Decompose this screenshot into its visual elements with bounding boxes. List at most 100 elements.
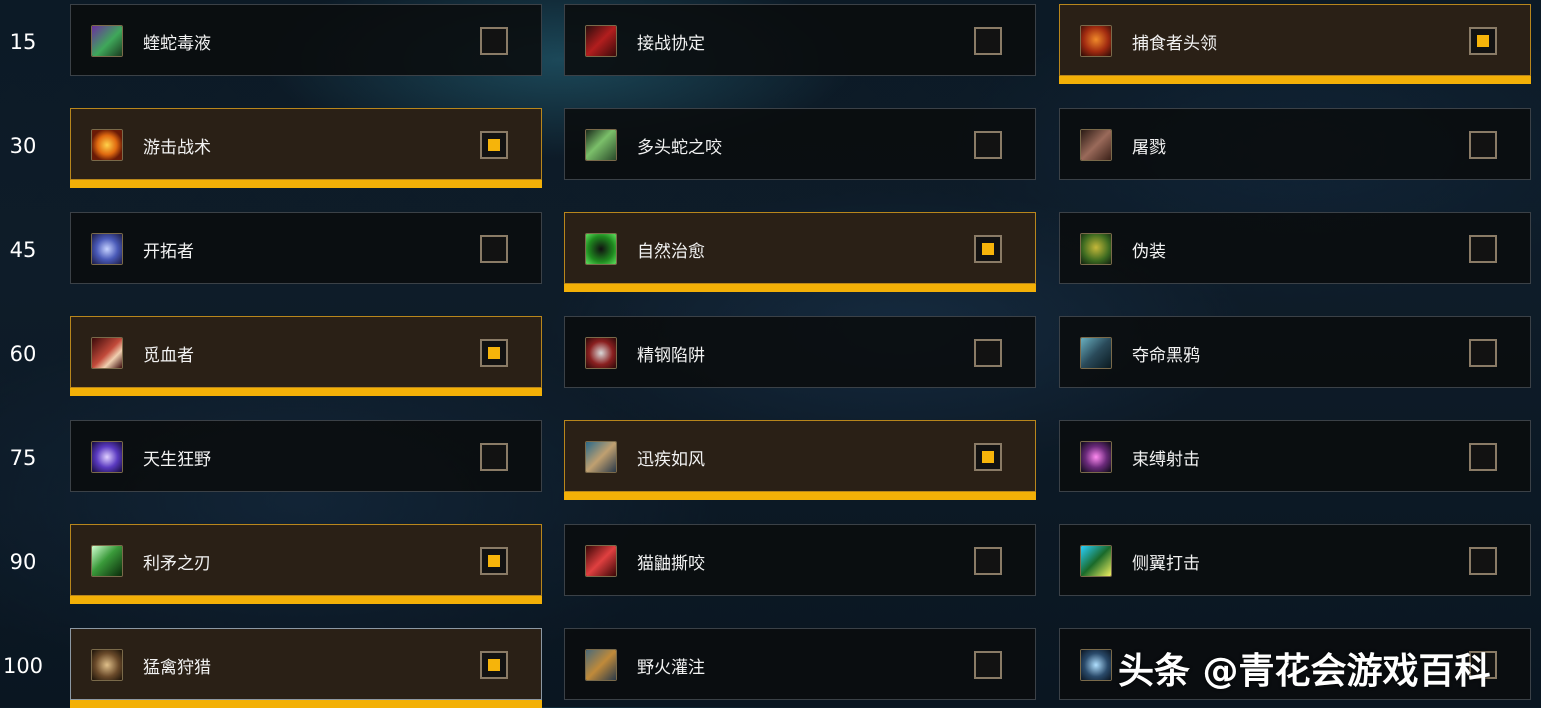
hydras-bite-icon	[585, 129, 617, 161]
talent-checkbox[interactable]	[974, 27, 1002, 55]
talent-grid: 15 蝰蛇毒液 接战协定 捕食者头领 30 游击战术 多头蛇之咬 屠戮 45 开拓者 自然治愈 伪装 6…	[0, 0, 1541, 708]
talent-card[interactable]: 屠戮	[1059, 108, 1531, 180]
talent-name: 屠戮	[1132, 138, 1166, 158]
talent-card[interactable]: 精钢陷阱	[564, 316, 1036, 388]
row-level-label: 75	[9, 446, 37, 470]
talent-name: 侧翼打击	[1132, 554, 1200, 574]
talent-checkbox[interactable]	[1469, 339, 1497, 367]
talent-name: 天生狂野	[143, 450, 211, 470]
talent-name: 觅血者	[143, 346, 194, 366]
selected-indicator-bar	[564, 492, 1036, 500]
talent-checkbox[interactable]	[480, 131, 508, 159]
talent-row-75: 75 天生狂野 迅疾如风 束缚射击	[0, 420, 1541, 500]
talent-row-90: 90 利矛之刃 猫鼬撕咬 侧翼打击	[0, 524, 1541, 604]
talent-name: 精钢陷阱	[637, 346, 705, 366]
talent-card[interactable]: 自然治愈	[564, 212, 1036, 292]
talent-checkbox[interactable]	[1469, 27, 1497, 55]
talent-card[interactable]: 猫鼬撕咬	[564, 524, 1036, 596]
wildfire-infusion-icon	[585, 649, 617, 681]
talent-checkbox[interactable]	[1469, 235, 1497, 263]
talent-name: 游击战术	[143, 138, 211, 158]
chakrams-icon	[1080, 649, 1112, 681]
talent-card[interactable]: 利矛之刃	[70, 524, 542, 604]
talent-row-30: 30 游击战术 多头蛇之咬 屠戮	[0, 108, 1541, 188]
talent-card[interactable]: 迅疾如风	[564, 420, 1036, 500]
talent-card[interactable]: 束缚射击	[1059, 420, 1531, 492]
talent-name: 接战协定	[637, 34, 705, 54]
row-level-label: 90	[9, 550, 37, 574]
talent-checkbox[interactable]	[974, 443, 1002, 471]
talent-name: 迅疾如风	[637, 450, 705, 470]
talent-checkbox[interactable]	[480, 235, 508, 263]
talent-checkbox[interactable]	[974, 651, 1002, 679]
talent-checkbox[interactable]	[1469, 131, 1497, 159]
talent-card[interactable]: 游击战术	[70, 108, 542, 188]
natural-mending-icon	[585, 233, 617, 265]
talent-checkbox[interactable]	[480, 547, 508, 575]
watermark: 头条 @青花会游戏百科	[1118, 651, 1491, 692]
talent-checkbox[interactable]	[974, 547, 1002, 575]
talent-card[interactable]: 觅血者	[70, 316, 542, 396]
talent-name: 束缚射击	[1132, 450, 1200, 470]
terms-of-engagement-icon	[585, 25, 617, 57]
tip-of-the-spear-icon	[91, 545, 123, 577]
talent-name: 蝰蛇毒液	[143, 34, 211, 54]
talent-name: 开拓者	[143, 242, 194, 262]
alpha-predator-icon	[1080, 25, 1112, 57]
talent-name: 多头蛇之咬	[637, 138, 722, 158]
binding-shot-icon	[1080, 441, 1112, 473]
selected-indicator-bar	[1059, 76, 1531, 84]
selected-indicator-bar	[70, 388, 542, 396]
talent-name: 自然治愈	[637, 242, 705, 262]
talent-checkbox[interactable]	[480, 443, 508, 471]
row-level-label: 100	[2, 654, 44, 678]
talent-name: 捕食者头领	[1132, 34, 1217, 54]
row-level-label: 60	[9, 342, 37, 366]
talent-card[interactable]: 伪装	[1059, 212, 1531, 284]
talent-card[interactable]: 多头蛇之咬	[564, 108, 1036, 180]
birds-of-prey-icon	[91, 649, 123, 681]
talent-checkbox[interactable]	[1469, 443, 1497, 471]
talent-card[interactable]: 接战协定	[564, 4, 1036, 76]
talent-card[interactable]: 猛禽狩猎	[70, 628, 542, 708]
talent-checkbox[interactable]	[974, 131, 1002, 159]
talent-card[interactable]: 蝰蛇毒液	[70, 4, 542, 76]
posthaste-icon	[585, 441, 617, 473]
steel-trap-icon	[585, 337, 617, 369]
a-murder-of-crows-icon	[1080, 337, 1112, 369]
row-level-label: 15	[9, 30, 37, 54]
talent-card[interactable]: 侧翼打击	[1059, 524, 1531, 596]
row-level-label: 45	[9, 238, 37, 262]
selected-indicator-bar	[70, 596, 542, 604]
guerrilla-tactics-icon	[91, 129, 123, 161]
selected-indicator-bar	[70, 180, 542, 188]
trailblazer-icon	[91, 233, 123, 265]
row-level-label: 30	[9, 134, 37, 158]
selected-indicator-bar	[564, 284, 1036, 292]
talent-checkbox[interactable]	[480, 27, 508, 55]
bloodseeker-icon	[91, 337, 123, 369]
talent-checkbox[interactable]	[974, 339, 1002, 367]
talent-card[interactable]: 开拓者	[70, 212, 542, 284]
talent-checkbox[interactable]	[974, 235, 1002, 263]
talent-card[interactable]: 野火灌注	[564, 628, 1036, 700]
talent-row-45: 45 开拓者 自然治愈 伪装	[0, 212, 1541, 292]
talent-name: 猫鼬撕咬	[637, 554, 705, 574]
viper-venom-icon	[91, 25, 123, 57]
talent-name: 伪装	[1132, 242, 1166, 262]
talent-name: 猛禽狩猎	[143, 658, 211, 678]
talent-name: 利矛之刃	[143, 554, 211, 574]
butchery-icon	[1080, 129, 1112, 161]
talent-card[interactable]: 天生狂野	[70, 420, 542, 492]
flanking-strike-icon	[1080, 545, 1112, 577]
talent-checkbox[interactable]	[480, 651, 508, 679]
talent-row-15: 15 蝰蛇毒液 接战协定 捕食者头领	[0, 4, 1541, 84]
talent-checkbox[interactable]	[1469, 547, 1497, 575]
camouflage-icon	[1080, 233, 1112, 265]
born-to-be-wild-icon	[91, 441, 123, 473]
talent-card[interactable]: 捕食者头领	[1059, 4, 1531, 84]
talent-name: 野火灌注	[637, 658, 705, 678]
talent-card[interactable]: 夺命黑鸦	[1059, 316, 1531, 388]
talent-checkbox[interactable]	[480, 339, 508, 367]
talent-name: 夺命黑鸦	[1132, 346, 1200, 366]
